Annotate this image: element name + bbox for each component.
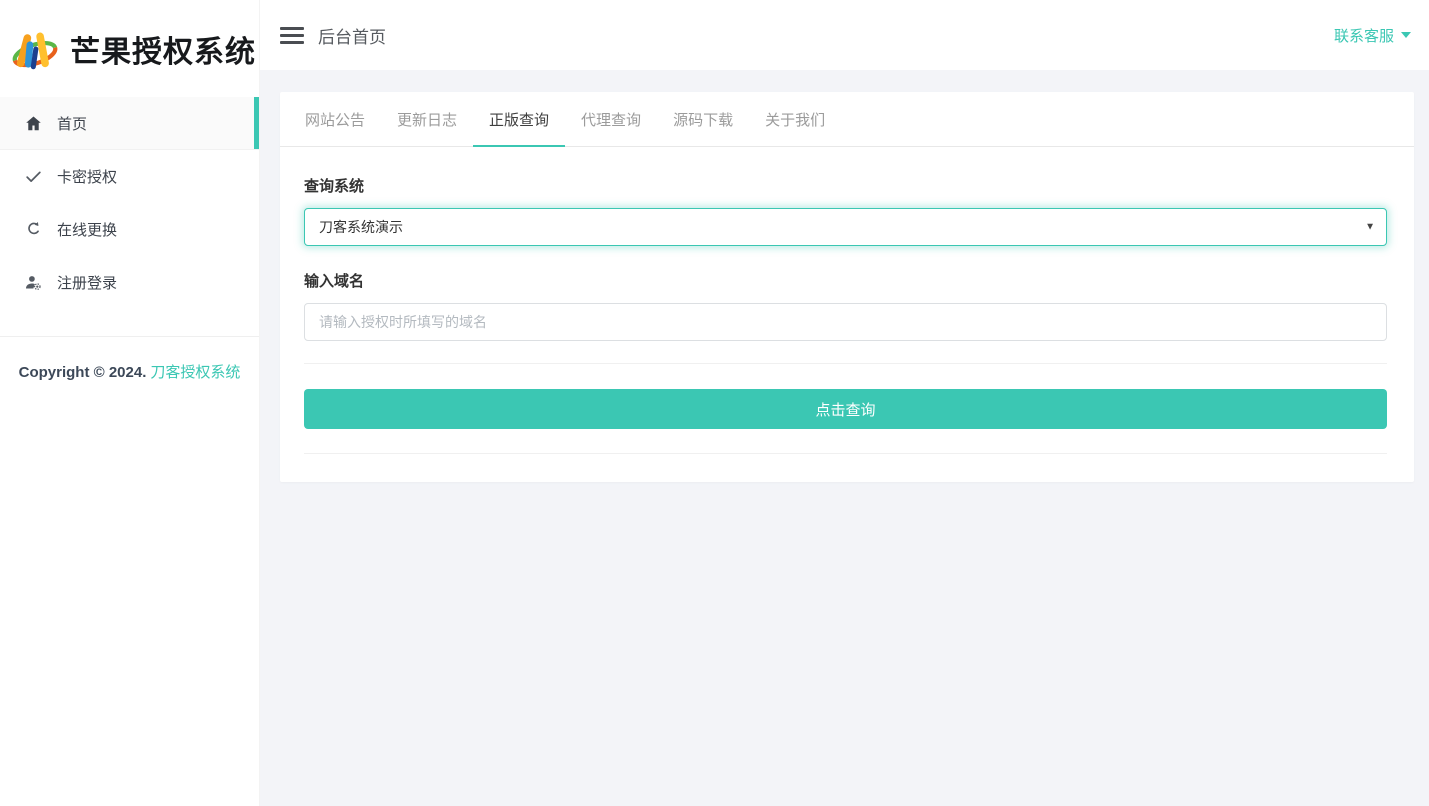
domain-input[interactable] <box>304 303 1387 341</box>
page-title: 后台首页 <box>318 27 386 47</box>
sync-icon <box>24 220 43 239</box>
copyright-link[interactable]: 刀客授权系统 <box>150 364 240 381</box>
system-select-label: 查询系统 <box>304 178 365 195</box>
brand-logo: 芒果授权系统 <box>0 0 259 97</box>
hamburger-menu-icon[interactable] <box>280 26 304 44</box>
sidebar-item-online-change[interactable]: 在线更换 <box>0 203 259 256</box>
query-card: 网站公告 更新日志 正版查询 代理查询 源码下载 关于我们 查询系统 刀客系统演… <box>280 92 1414 482</box>
sidebar-item-register-login[interactable]: 注册登录 <box>0 256 259 309</box>
content-area: 网站公告 更新日志 正版查询 代理查询 源码下载 关于我们 查询系统 刀客系统演… <box>260 70 1429 806</box>
contact-support-dropdown[interactable]: 联系客服 <box>1334 25 1411 46</box>
brand-title: 芒果授权系统 <box>70 34 256 70</box>
query-form: 查询系统 刀客系统演示 ▼ 输入域名 点击查询 <box>280 147 1414 482</box>
form-divider-bottom <box>304 453 1387 454</box>
user-gear-icon <box>24 273 43 292</box>
check-icon <box>24 167 43 186</box>
tab-bar: 网站公告 更新日志 正版查询 代理查询 源码下载 关于我们 <box>280 92 1414 147</box>
contact-support-label: 联系客服 <box>1333 27 1394 45</box>
sidebar-divider <box>0 336 259 337</box>
home-icon <box>24 114 43 133</box>
tab-source-download[interactable]: 源码下载 <box>657 92 749 146</box>
sidebar-item-label: 在线更换 <box>57 222 118 239</box>
select-caret-icon: ▼ <box>1365 221 1375 233</box>
domain-input-label: 输入域名 <box>304 273 365 290</box>
copyright-text: Copyright © 2024. <box>18 364 147 381</box>
chevron-down-icon <box>1401 32 1411 38</box>
copyright: Copyright © 2024. 刀客授权系统 <box>0 361 259 382</box>
form-divider-top <box>304 363 1387 364</box>
system-select[interactable]: 刀客系统演示 ▼ <box>304 208 1387 246</box>
sidebar-item-home[interactable]: 首页 <box>0 97 259 150</box>
tab-genuine-query[interactable]: 正版查询 <box>473 92 566 147</box>
topbar: 后台首页 联系客服 <box>260 0 1429 70</box>
query-submit-button[interactable]: 点击查询 <box>304 389 1387 429</box>
sidebar-item-label: 卡密授权 <box>57 169 118 186</box>
sidebar-item-label: 注册登录 <box>57 275 118 292</box>
tab-about-us[interactable]: 关于我们 <box>749 92 841 146</box>
sidebar-item-card-auth[interactable]: 卡密授权 <box>0 150 259 203</box>
mango-logo-icon <box>12 32 58 69</box>
sidebar: 芒果授权系统 首页 卡密授权 在线更换 注册登录 Copyright © 202… <box>0 0 260 806</box>
app-layout: 芒果授权系统 首页 卡密授权 在线更换 注册登录 Copyright © 202… <box>0 0 1429 806</box>
tab-agent-query[interactable]: 代理查询 <box>565 92 657 146</box>
tab-update-log[interactable]: 更新日志 <box>381 92 473 146</box>
tab-site-announcement[interactable]: 网站公告 <box>289 92 381 146</box>
sidebar-nav: 首页 卡密授权 在线更换 注册登录 <box>0 97 259 309</box>
sidebar-item-label: 首页 <box>57 115 88 133</box>
system-select-value: 刀客系统演示 <box>319 219 403 235</box>
main-area: 后台首页 联系客服 网站公告 更新日志 正版查询 代理查询 源码下载 关于我们 … <box>260 0 1429 806</box>
